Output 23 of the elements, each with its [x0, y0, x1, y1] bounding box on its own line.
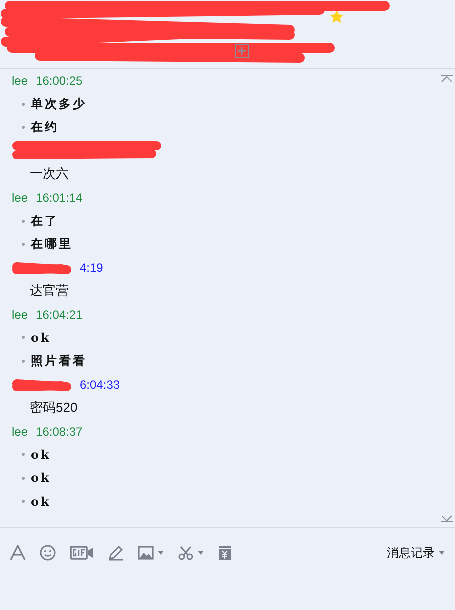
message-text: 在约 [31, 118, 59, 136]
sender-name: lee [12, 424, 28, 439]
sender-name: lee [12, 308, 28, 322]
message-text: 一次六 [29, 165, 69, 184]
sender-name: lee [12, 190, 28, 205]
message-time: 6:04:33 [80, 378, 120, 392]
message-text: 单次多少 [31, 96, 87, 113]
message-time: 16:04:21 [36, 308, 83, 322]
message-text: ok [31, 494, 52, 509]
message-text: 在哪里 [31, 236, 73, 253]
message-text: 密码520 [29, 399, 78, 418]
sender-name: lee [12, 74, 28, 88]
message-text: 达官营 [29, 282, 69, 300]
history-button[interactable]: 消息记录 [387, 544, 445, 562]
message-time: 16:08:37 [36, 424, 83, 439]
message-time: 4:19 [80, 260, 104, 275]
message-time: 16:01:14 [36, 190, 83, 205]
message-text: ok [31, 471, 52, 486]
message-text: ok [31, 448, 52, 462]
message-time: 16:00:25 [36, 74, 83, 88]
message-text: ok [31, 330, 52, 345]
message-text: 照片看看 [31, 352, 87, 370]
message-text: 在了 [31, 212, 59, 230]
